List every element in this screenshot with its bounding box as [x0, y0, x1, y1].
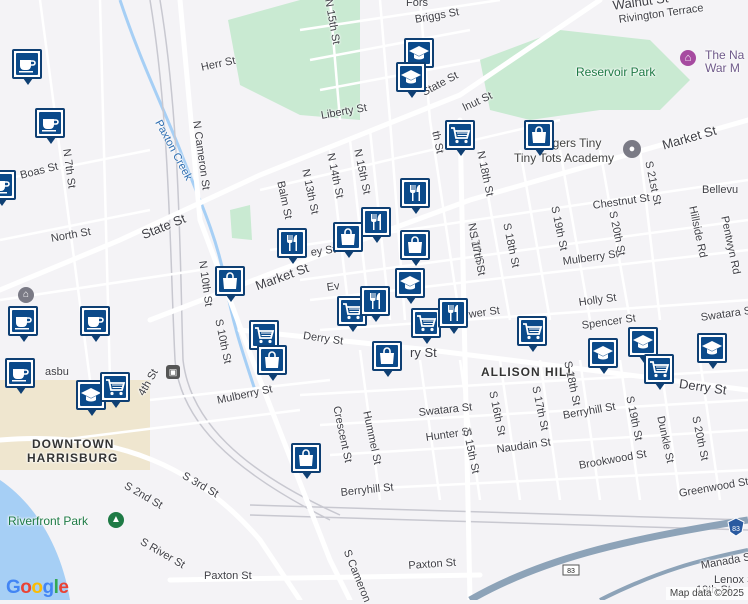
- riverfront-park-tree-icon: ▲: [108, 512, 124, 528]
- shopping-icon: [265, 351, 279, 368]
- logo-letter: e: [58, 577, 69, 598]
- cafe-icon: [0, 181, 10, 194]
- logo-letter: o: [20, 577, 32, 598]
- logo-letter: g: [42, 577, 55, 598]
- cafe-icon: [42, 119, 59, 132]
- grocery-marker[interactable]: [644, 354, 674, 390]
- cafe-marker[interactable]: [0, 170, 16, 206]
- poi-label-bellevue[interactable]: Bellevu: [702, 184, 738, 196]
- shopping-marker[interactable]: [524, 120, 554, 156]
- shopping-icon: [380, 347, 394, 364]
- school-marker[interactable]: [697, 333, 727, 369]
- cafe-icon: [19, 60, 36, 73]
- grocery-marker[interactable]: [517, 316, 547, 352]
- grocery-icon: [255, 327, 275, 344]
- park-label-riverfront[interactable]: Riverfront Park: [8, 515, 88, 527]
- shopping-marker[interactable]: [400, 230, 430, 266]
- school-icon: [81, 388, 101, 402]
- shopping-icon: [532, 126, 546, 143]
- school-marker[interactable]: [395, 268, 425, 304]
- cafe-marker[interactable]: [12, 49, 42, 85]
- cafe-marker[interactable]: [35, 108, 65, 144]
- shopping-icon: [341, 228, 355, 245]
- area-label-downtown: DOWNTOWN: [32, 437, 115, 451]
- cafe-icon: [15, 317, 32, 330]
- shopping-marker[interactable]: [291, 443, 321, 479]
- poi-label-tiny-tots-line2[interactable]: Tiny Tots Academy: [514, 152, 614, 164]
- restaurant-icon: [448, 305, 458, 321]
- school-marker[interactable]: [396, 62, 426, 98]
- grocery-icon: [106, 379, 126, 396]
- svg-text:83: 83: [567, 568, 575, 575]
- cafe-marker[interactable]: [8, 306, 38, 342]
- street-label-forster: Fors: [406, 0, 428, 9]
- shopping-marker[interactable]: [257, 345, 287, 381]
- school-icon: [409, 46, 429, 60]
- street-label-derry-mid: ry St: [410, 345, 437, 360]
- street-label-lenox: Lenox S: [714, 574, 748, 586]
- shopping-marker[interactable]: [333, 222, 363, 258]
- poi-label-war-museum-line1[interactable]: The Na: [705, 49, 744, 61]
- shopping-icon: [223, 272, 237, 289]
- restaurant-icon: [410, 185, 420, 201]
- reservoir-park-tree-icon: ⌂: [680, 50, 696, 66]
- map-attribution[interactable]: Map data ©2025: [665, 587, 748, 600]
- poi-label-tiny-tots-line1[interactable]: ngers Tiny: [546, 137, 601, 149]
- school-icon: [702, 341, 722, 355]
- svg-text:83: 83: [732, 526, 740, 533]
- shopping-icon: [299, 449, 313, 466]
- train-station-icon: ▣: [166, 365, 180, 379]
- google-logo[interactable]: Google: [6, 577, 69, 599]
- street-label-asbu: asbu: [45, 366, 69, 378]
- cafe-icon: [12, 369, 29, 382]
- school-marker[interactable]: [628, 327, 658, 363]
- restaurant-icon: [371, 214, 381, 230]
- school-icon: [593, 346, 613, 360]
- street-label-paxton-left: Paxton St: [204, 570, 252, 582]
- grocery-marker[interactable]: [445, 120, 475, 156]
- street-label-evergreen-stub: Ev: [326, 280, 341, 294]
- grocery-marker[interactable]: [100, 372, 130, 408]
- school-icon: [401, 70, 421, 84]
- school-marker[interactable]: [588, 338, 618, 374]
- shopping-marker[interactable]: [215, 266, 245, 302]
- grocery-icon: [451, 127, 471, 144]
- academy-location-icon: ●: [623, 140, 641, 158]
- logo-letter: G: [6, 577, 21, 598]
- restaurant-icon: [287, 235, 297, 251]
- restaurant-icon: [370, 293, 380, 309]
- small-green-area: [230, 205, 252, 240]
- park-label-reservoir[interactable]: Reservoir Park: [576, 66, 655, 78]
- grocery-icon: [523, 323, 543, 340]
- shield-us22: 83: [562, 564, 580, 576]
- grocery-icon: [417, 315, 437, 332]
- shopping-marker[interactable]: [372, 341, 402, 377]
- grocery-marker[interactable]: [411, 308, 441, 344]
- restaurant-marker[interactable]: [361, 207, 391, 243]
- school-icon: [633, 335, 653, 349]
- shopping-icon: [408, 236, 422, 253]
- grocery-icon: [650, 361, 670, 378]
- capitol-landmark-icon: ⌂: [18, 287, 34, 303]
- restaurant-marker[interactable]: [400, 178, 430, 214]
- restaurant-marker[interactable]: [438, 298, 468, 334]
- cafe-marker[interactable]: [5, 358, 35, 394]
- area-label-harrisburg: HARRISBURG: [27, 451, 119, 465]
- school-icon: [400, 276, 420, 290]
- cafe-icon: [87, 317, 104, 330]
- restaurant-marker[interactable]: [360, 286, 390, 322]
- cafe-marker[interactable]: [80, 306, 110, 342]
- restaurant-marker[interactable]: [277, 228, 307, 264]
- poi-label-war-museum-line2[interactable]: War M: [705, 62, 740, 74]
- logo-letter: o: [31, 577, 43, 598]
